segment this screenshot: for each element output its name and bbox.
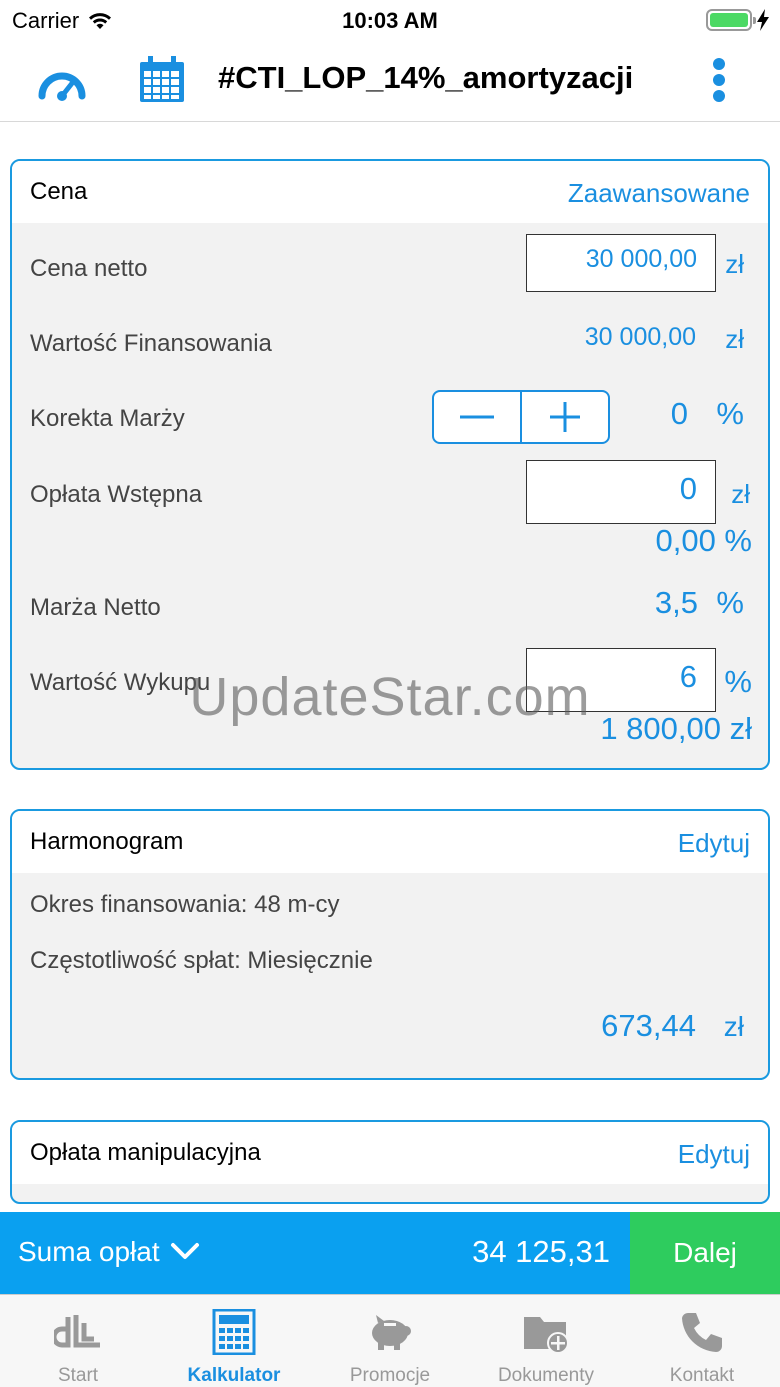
- net-margin-unit: %: [716, 585, 744, 620]
- net-margin-label: Marża Netto: [30, 594, 161, 621]
- net-margin-value: 3,5: [654, 585, 698, 620]
- schedule-card-title: Harmonogram: [30, 828, 184, 855]
- minus-icon: [460, 415, 494, 419]
- net-price-label: Cena netto: [30, 255, 148, 282]
- installment-unit: zł: [723, 1011, 744, 1042]
- watermark-text: UpdateStar.com: [189, 667, 591, 727]
- margin-correction-label: Korekta Marży: [30, 405, 185, 432]
- increment-button[interactable]: [522, 392, 608, 442]
- phone-icon: [682, 1312, 722, 1352]
- net-price-input[interactable]: 30 000,00: [526, 234, 716, 292]
- schedule-edit-button[interactable]: Edytuj: [678, 828, 750, 859]
- summary-bar: Suma opłat 34 125,31 Dalej: [0, 1212, 780, 1294]
- summary-total: 34 125,31: [472, 1234, 610, 1269]
- handling-fee-card: Opłata manipulacyjna Edytuj: [10, 1120, 770, 1204]
- initial-fee-percent: 0,00 %: [655, 523, 752, 558]
- financing-value-label: Wartość Finansowania: [30, 330, 272, 357]
- payment-frequency-text: Częstotliwość spłat: Miesięcznie: [30, 947, 373, 974]
- handling-fee-card-title: Opłata manipulacyjna: [30, 1139, 261, 1166]
- handling-fee-card-header: Opłata manipulacyjna Edytuj: [12, 1122, 768, 1184]
- tab-bar: Start Kalkulator Promocje Dokumenty Kont…: [0, 1294, 780, 1387]
- tab-dokumenty-label: Dokumenty: [497, 1365, 595, 1386]
- margin-correction-stepper[interactable]: [432, 390, 610, 444]
- battery-indicator: [706, 9, 770, 31]
- margin-correction-value: 0: [670, 396, 688, 431]
- tab-start-label: Start: [57, 1365, 99, 1386]
- nav-bar: #CTI_LOP_14%_amortyzacji: [0, 40, 780, 122]
- next-button[interactable]: Dalej: [630, 1212, 780, 1294]
- tab-kontakt-label: Kontakt: [669, 1365, 735, 1386]
- calendar-icon[interactable]: [138, 56, 186, 104]
- summary-toggle[interactable]: Suma opłat: [18, 1236, 200, 1268]
- price-card-title: Cena: [30, 178, 88, 205]
- schedule-card: Harmonogram Edytuj Okres finansowania: 4…: [10, 809, 770, 1080]
- initial-fee-input[interactable]: 0: [526, 460, 716, 524]
- status-bar: Carrier 10:03 AM: [0, 0, 780, 40]
- page-title: #CTI_LOP_14%_amortyzacji: [218, 60, 634, 95]
- margin-correction-unit: %: [716, 396, 744, 431]
- financing-value: 30 000,00: [584, 323, 696, 351]
- net-price-unit: zł: [725, 249, 744, 279]
- financing-value-unit: zł: [725, 324, 744, 354]
- piggy-bank-icon: [372, 1315, 411, 1350]
- handling-fee-edit-button[interactable]: Edytuj: [678, 1139, 750, 1170]
- calculator-icon: [212, 1309, 256, 1355]
- financing-period-text: Okres finansowania: 48 m-cy: [30, 891, 340, 918]
- dl-logo-icon: [54, 1315, 100, 1348]
- speedometer-icon[interactable]: [36, 62, 88, 102]
- summary-label: Suma opłat: [18, 1236, 160, 1267]
- tab-promocje-label: Promocje: [349, 1365, 431, 1386]
- folder-add-icon: [524, 1317, 569, 1354]
- status-time: 10:03 AM: [342, 8, 438, 33]
- tab-promocje[interactable]: Promocje: [312, 1295, 468, 1387]
- charging-bolt-icon: [757, 9, 769, 31]
- chevron-down-icon: [170, 1243, 199, 1259]
- price-card-header: Cena Zaawansowane: [12, 161, 768, 223]
- tab-dokumenty[interactable]: Dokumenty: [468, 1295, 624, 1387]
- schedule-card-header: Harmonogram Edytuj: [12, 811, 768, 873]
- plus-icon: [550, 402, 580, 432]
- decrement-button[interactable]: [434, 392, 522, 442]
- tab-kontakt[interactable]: Kontakt: [624, 1295, 780, 1387]
- tab-start[interactable]: Start: [0, 1295, 156, 1387]
- tab-kalkulator-label: Kalkulator: [187, 1365, 281, 1386]
- initial-fee-label: Opłata Wstępna: [30, 481, 203, 508]
- advanced-button[interactable]: Zaawansowane: [568, 178, 750, 209]
- initial-fee-unit: zł: [731, 479, 750, 509]
- battery-icon: [706, 9, 756, 31]
- installment-value: 673,44: [601, 1008, 696, 1043]
- tab-kalkulator[interactable]: Kalkulator: [156, 1295, 312, 1387]
- more-options-icon[interactable]: [704, 56, 734, 104]
